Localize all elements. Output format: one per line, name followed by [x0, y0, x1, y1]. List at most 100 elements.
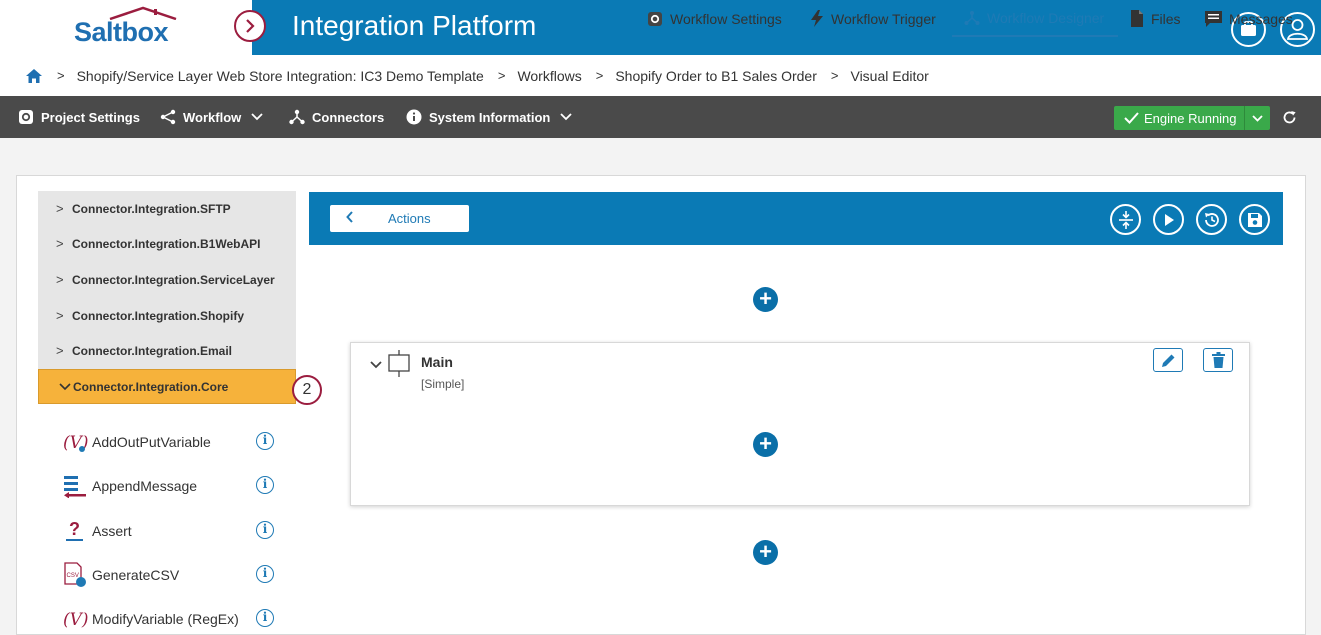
variable-icon: (V) — [60, 606, 90, 632]
chevron-right-icon: > — [56, 236, 64, 251]
chevron-down-icon — [251, 113, 263, 121]
info-icon[interactable]: i — [256, 565, 274, 583]
add-step-button[interactable]: + — [753, 287, 778, 312]
add-step-after-main-button[interactable]: + — [753, 540, 778, 565]
add-step-inside-main-button[interactable]: + — [753, 432, 778, 457]
chevron-right-icon — [246, 19, 255, 33]
action-item-modifyvariable[interactable]: (V) ModifyVariable (RegEx) i — [60, 605, 290, 633]
project-settings-label: Project Settings — [41, 109, 140, 125]
tab-workflow-trigger[interactable]: Workflow Trigger — [810, 0, 936, 37]
svg-text:CSV: CSV — [67, 573, 79, 579]
connector-label: Connector.Integration.Email — [72, 343, 233, 358]
logo[interactable]: Saltbox — [0, 0, 252, 55]
tab-label: Workflow Settings — [670, 10, 782, 27]
floppy-disk-icon — [1247, 212, 1262, 227]
step-badge: 2 — [292, 375, 322, 405]
project-settings-menu[interactable]: Project Settings — [18, 96, 140, 138]
connector-item-core[interactable]: Connector.Integration.Core — [38, 369, 296, 404]
action-label: ModifyVariable (RegEx) — [92, 611, 239, 627]
engine-status-label: Engine Running — [1144, 110, 1237, 126]
chevron-down-icon — [560, 113, 572, 121]
info-icon[interactable]: i — [256, 432, 274, 450]
home-icon[interactable] — [25, 68, 43, 84]
append-message-icon — [60, 473, 90, 499]
breadcrumb-workflows[interactable]: Workflows — [517, 68, 581, 84]
breadcrumb-separator: > — [595, 68, 604, 83]
connectors-menu[interactable]: Connectors — [289, 96, 384, 138]
action-label: AddOutPutVariable — [92, 434, 211, 450]
connector-item-b1webapi[interactable]: > Connector.Integration.B1WebAPI — [38, 226, 296, 261]
info-icon[interactable]: i — [256, 609, 274, 627]
workflow-menu[interactable]: Workflow — [160, 96, 270, 138]
connector-label: Connector.Integration.B1WebAPI — [72, 236, 261, 251]
collapse-all-button[interactable] — [1110, 204, 1141, 235]
history-button[interactable] — [1196, 204, 1227, 235]
collapse-main-toggle[interactable] — [370, 356, 382, 374]
message-icon — [1205, 10, 1222, 27]
expand-sidebar-button[interactable] — [234, 10, 266, 42]
connector-item-servicelayer[interactable]: > Connector.Integration.ServiceLayer — [38, 262, 296, 297]
info-icon[interactable]: i — [256, 476, 274, 494]
svg-text:?: ? — [69, 519, 80, 539]
share-icon — [160, 109, 176, 125]
variable-icon: (V) — [60, 429, 90, 455]
file-icon — [1131, 10, 1143, 27]
csv-file-icon: CSV — [60, 562, 90, 588]
pencil-icon — [1161, 354, 1174, 367]
connector-label: Connector.Integration.ServiceLayer — [72, 272, 275, 287]
chevron-down-icon — [370, 361, 382, 369]
chevron-down-icon — [59, 382, 71, 390]
gear-icon — [19, 110, 33, 124]
chevron-right-icon: > — [56, 343, 64, 358]
logo-text: Saltbox — [74, 17, 169, 47]
action-label: Assert — [92, 523, 132, 539]
connector-item-sftp[interactable]: > Connector.Integration.SFTP — [38, 191, 296, 226]
connectors-label: Connectors — [312, 109, 385, 125]
main-title: Main — [421, 354, 453, 370]
action-item-addoutputvariable[interactable]: (V) AddOutPutVariable i — [60, 428, 290, 456]
tab-workflow-designer[interactable]: Workflow Designer — [952, 0, 1118, 37]
save-button[interactable] — [1239, 204, 1270, 235]
lightning-icon — [811, 10, 823, 27]
delete-main-button[interactable] — [1203, 348, 1233, 372]
question-mark-icon: ? — [60, 518, 90, 544]
action-item-generatecsv[interactable]: CSV GenerateCSV i — [60, 561, 290, 589]
connectors-icon — [289, 109, 305, 125]
breadcrumb-workflow[interactable]: Shopify Order to B1 Sales Order — [615, 68, 817, 84]
check-icon — [1124, 112, 1139, 124]
actions-button[interactable]: Actions — [330, 205, 469, 232]
tab-label: Messages — [1229, 10, 1293, 27]
info-icon[interactable]: i — [256, 521, 274, 539]
history-icon — [1204, 212, 1219, 227]
actions-label: Actions — [388, 211, 431, 226]
main-workflow-card — [350, 342, 1250, 506]
action-item-assert[interactable]: ? Assert i — [60, 517, 290, 545]
action-label: GenerateCSV — [92, 567, 180, 583]
refresh-icon — [1283, 110, 1296, 123]
connector-item-email[interactable]: > Connector.Integration.Email — [38, 333, 296, 368]
chevron-down-icon — [1252, 114, 1263, 122]
flow-icon — [964, 10, 980, 25]
breadcrumb-project[interactable]: Shopify/Service Layer Web Store Integrat… — [77, 68, 484, 84]
engine-status-button[interactable]: Engine Running — [1114, 106, 1270, 130]
system-information-menu[interactable]: System Information — [406, 96, 579, 138]
connector-label: Connector.Integration.Core — [73, 379, 229, 394]
tab-label: Workflow Trigger — [831, 10, 936, 27]
refresh-button[interactable] — [1282, 96, 1304, 138]
engine-dropdown-toggle[interactable] — [1244, 106, 1270, 130]
main-subtitle: [Simple] — [421, 377, 465, 391]
breadcrumb: > Shopify/Service Layer Web Store Integr… — [0, 55, 1321, 96]
chevron-left-icon — [330, 211, 370, 226]
run-button[interactable] — [1153, 204, 1184, 235]
tab-workflow-settings[interactable]: Workflow Settings — [647, 0, 782, 37]
svg-text:(V): (V) — [63, 610, 88, 630]
tab-label: Workflow Designer — [987, 9, 1105, 26]
edit-main-button[interactable] — [1153, 348, 1183, 372]
breadcrumb-current: Visual Editor — [850, 67, 929, 84]
compress-icon — [1118, 210, 1133, 229]
connector-label: Connector.Integration.Shopify — [72, 308, 245, 323]
tab-files[interactable]: Files — [1130, 0, 1181, 37]
tab-messages[interactable]: Messages — [1205, 0, 1293, 37]
connector-item-shopify[interactable]: > Connector.Integration.Shopify — [38, 298, 296, 333]
action-item-appendmessage[interactable]: AppendMessage i — [60, 472, 290, 500]
